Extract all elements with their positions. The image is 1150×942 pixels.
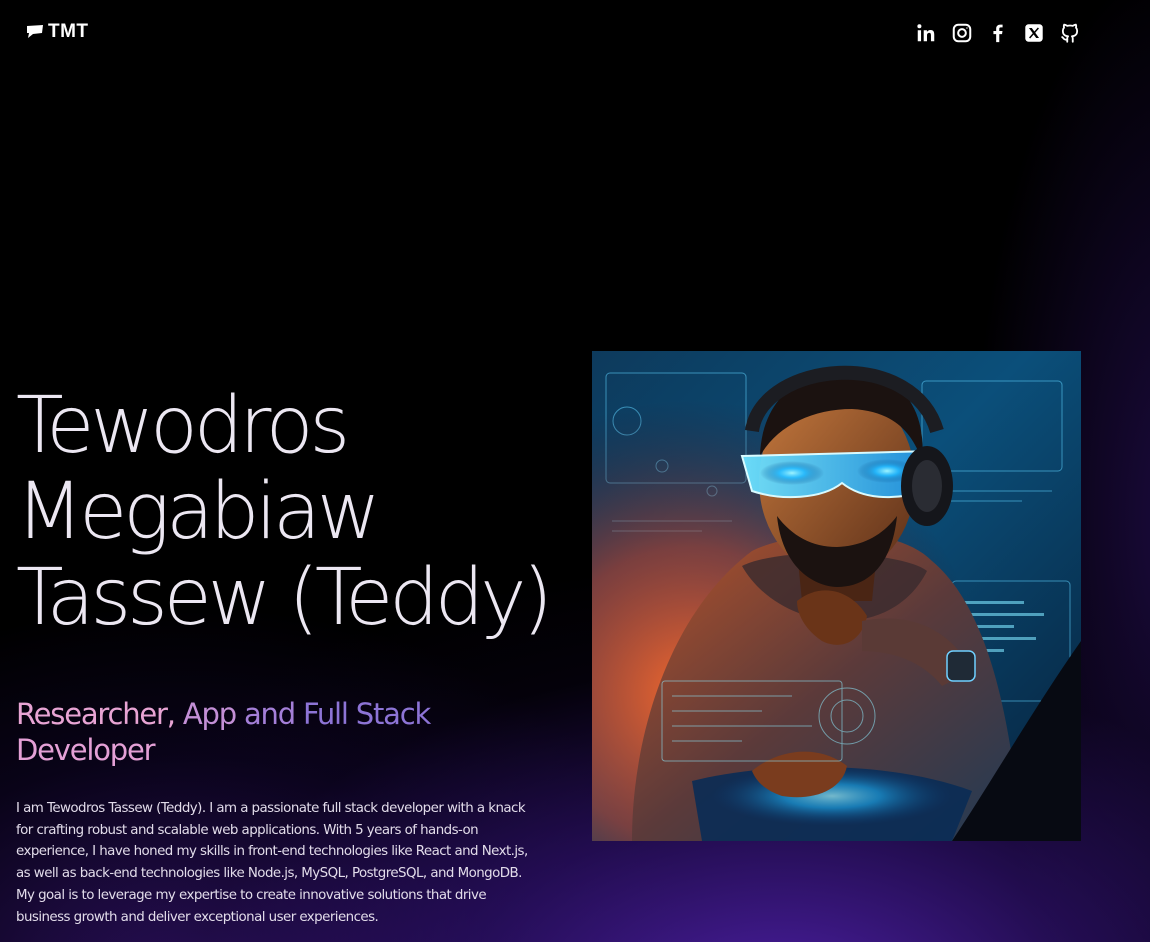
linkedin-icon xyxy=(915,22,937,44)
role-title: Researcher, App and Full Stack Developer xyxy=(16,696,486,768)
hero-name-line: Megabiaw xyxy=(16,467,381,557)
portfolio-page: TMT Tewodros Megabiaw Tassew (Teddy) Res… xyxy=(0,0,1150,942)
github-icon xyxy=(1059,22,1081,44)
role-word: and xyxy=(243,697,296,731)
facebook-icon xyxy=(987,22,1009,44)
role-word: Researcher, xyxy=(16,697,176,731)
role-word: Full Stack xyxy=(302,697,431,731)
bio-paragraph: I am Tewodros Tassew (Teddy). I am a pas… xyxy=(16,801,528,925)
hero-name-line: Tassew (Teddy) xyxy=(16,553,553,643)
linkedin-link[interactable] xyxy=(914,21,938,45)
x-link[interactable] xyxy=(1022,21,1046,45)
facebook-link[interactable] xyxy=(986,21,1010,45)
instagram-icon xyxy=(951,22,973,44)
logo-text: TMT xyxy=(48,21,89,42)
site-header: TMT xyxy=(0,0,1150,66)
x-icon xyxy=(1023,22,1045,44)
role-word: App xyxy=(182,697,237,731)
instagram-link[interactable] xyxy=(950,21,974,45)
social-links xyxy=(914,21,1082,45)
hero-name: Tewodros Megabiaw Tassew (Teddy) xyxy=(16,383,576,641)
role-word: Developer xyxy=(16,733,156,767)
github-link[interactable] xyxy=(1058,21,1082,45)
hero-name-line: Tewodros xyxy=(16,381,350,471)
speech-flag-icon xyxy=(26,24,44,40)
hero-portrait-image xyxy=(592,351,1081,841)
logo-link[interactable]: TMT xyxy=(26,22,89,42)
